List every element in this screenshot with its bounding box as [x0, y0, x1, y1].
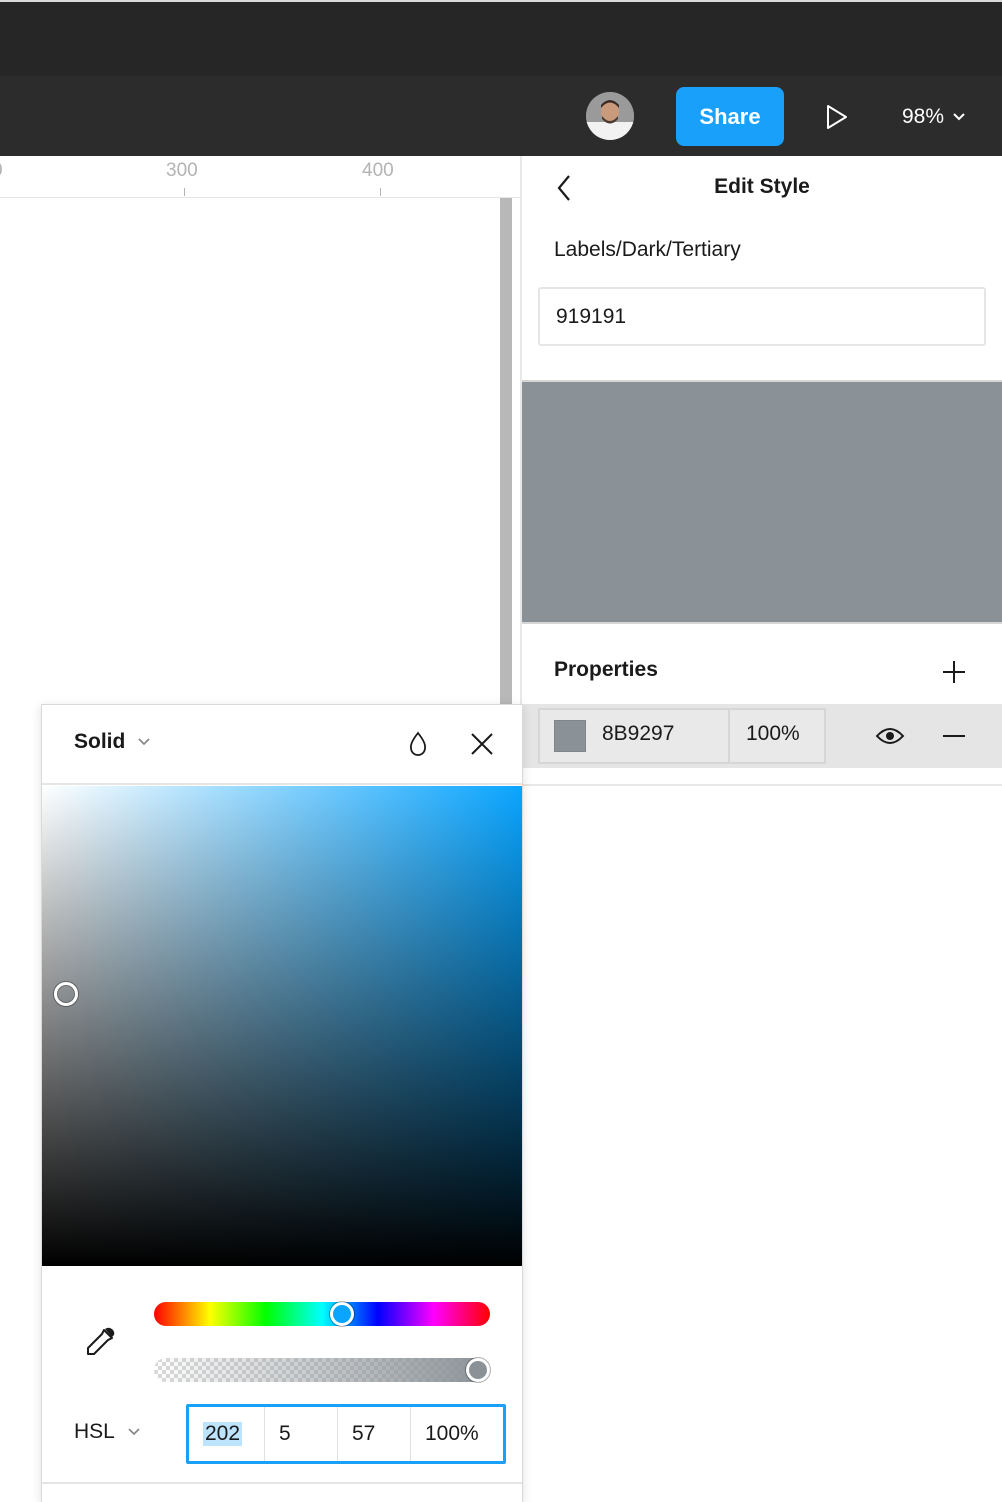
minus-icon	[943, 735, 965, 737]
color-preview	[522, 380, 1002, 624]
canvas-scrollbar[interactable]	[500, 198, 512, 718]
visibility-toggle[interactable]	[872, 720, 908, 752]
fill-opacity-value[interactable]: 100%	[746, 722, 800, 746]
saturation-lightness-handle[interactable]	[54, 982, 78, 1006]
fill-type-label: Solid	[74, 730, 126, 753]
ruler-label: 0	[0, 160, 3, 182]
droplet-icon	[409, 731, 427, 756]
chevron-down-icon	[128, 1428, 140, 1436]
title-bar	[0, 0, 1002, 76]
horizontal-ruler: 0 300 400	[0, 156, 520, 198]
properties-heading: Properties	[554, 658, 658, 681]
style-name[interactable]: Labels/Dark/Tertiary	[554, 238, 741, 262]
style-description-value: 919191	[556, 304, 627, 328]
hsl-input-group: 202 5 57 100%	[186, 1404, 506, 1464]
remove-fill-button[interactable]	[938, 720, 970, 752]
alpha-value: 100%	[425, 1422, 479, 1445]
eyedropper-icon	[87, 1327, 115, 1355]
saturation-input[interactable]: 5	[265, 1407, 338, 1461]
fill-swatch[interactable]	[554, 720, 586, 752]
picker-footer-divider	[42, 1482, 522, 1484]
hue-slider-handle[interactable]	[330, 1302, 354, 1326]
style-description-input[interactable]: 919191	[538, 287, 986, 346]
eye-icon	[875, 728, 905, 744]
user-avatar[interactable]	[586, 92, 634, 140]
lightness-input[interactable]: 57	[338, 1407, 411, 1461]
chevron-left-icon	[557, 175, 570, 201]
zoom-level: 98%	[902, 105, 945, 128]
edit-style-panel	[522, 156, 1002, 1502]
opacity-slider[interactable]	[154, 1358, 490, 1382]
ruler-tick	[380, 188, 381, 196]
saturation-lightness-area[interactable]	[42, 786, 522, 1266]
color-mode-label: HSL	[74, 1420, 115, 1443]
field-divider	[728, 710, 730, 762]
play-icon	[827, 105, 847, 129]
row-separator	[522, 784, 1002, 786]
back-button[interactable]	[548, 172, 580, 204]
hue-value: 202	[203, 1422, 243, 1446]
plus-icon	[943, 661, 965, 683]
present-button[interactable]	[820, 100, 854, 134]
opacity-slider-handle[interactable]	[466, 1358, 490, 1382]
ruler-label: 300	[166, 160, 198, 181]
hue-slider[interactable]	[154, 1302, 490, 1326]
add-property-button[interactable]	[938, 656, 970, 688]
close-icon	[471, 733, 493, 755]
zoom-dropdown[interactable]: 98%	[902, 100, 966, 134]
fill-type-dropdown[interactable]: Solid	[74, 730, 151, 754]
ruler-tick	[184, 188, 185, 196]
saturation-value: 5	[279, 1422, 291, 1445]
share-button[interactable]: Share	[676, 87, 784, 146]
panel-title: Edit Style	[714, 175, 810, 198]
eyedropper-button[interactable]	[82, 1324, 118, 1360]
hue-input[interactable]: 202	[189, 1407, 265, 1461]
lightness-value: 57	[352, 1422, 376, 1445]
fill-hex-value[interactable]: 8B9297	[602, 722, 674, 746]
close-picker-button[interactable]	[466, 728, 498, 760]
alpha-input[interactable]: 100%	[411, 1407, 503, 1461]
color-mode-dropdown[interactable]: HSL	[74, 1420, 141, 1444]
ruler-label: 400	[362, 160, 394, 181]
blend-mode-button[interactable]	[404, 728, 432, 760]
chevron-down-icon	[953, 113, 965, 121]
chevron-down-icon	[138, 738, 150, 746]
